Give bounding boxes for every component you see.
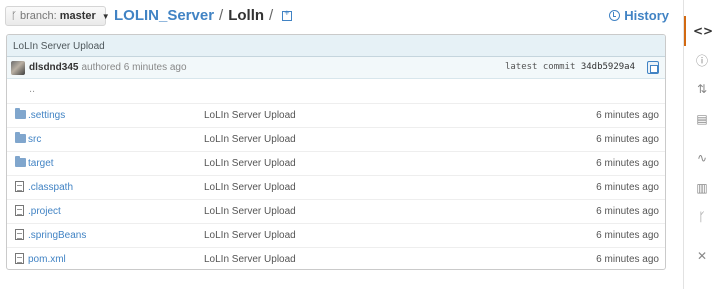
file-age: 6 minutes ago xyxy=(596,110,659,121)
wiki-tab[interactable]: ▤ xyxy=(684,104,720,134)
network-icon: ᚴ xyxy=(698,210,706,224)
table-row[interactable]: .springBeans LoLIn Server Upload 6 minutes… xyxy=(7,224,665,248)
settings-tab[interactable]: ✕ xyxy=(684,241,720,271)
file-commit-message[interactable]: LoLIn Server Upload xyxy=(204,182,296,193)
history-icon xyxy=(609,10,621,21)
folder-icon xyxy=(15,108,26,119)
file-name-link[interactable]: src xyxy=(28,134,41,145)
file-name-link[interactable]: .project xyxy=(28,206,61,217)
folder-icon xyxy=(15,156,26,167)
history-link[interactable]: History xyxy=(609,8,669,23)
file-commit-message[interactable]: LoLIn Server Upload xyxy=(204,110,296,121)
issues-tab[interactable]: ⓘ xyxy=(684,45,720,75)
repo-header: ᚴ branch: master ▼ LOLIN_Server / Lolln … xyxy=(0,0,680,32)
caret-down-icon: ▼ xyxy=(101,11,110,21)
parent-directory-link[interactable]: .. xyxy=(7,79,665,104)
file-age: 6 minutes ago xyxy=(596,158,659,169)
file-browser: LoLIn Server Upload dlsdnd345 authored 6… xyxy=(6,34,666,270)
latest-commit-label: latest commit xyxy=(504,62,576,72)
branch-icon: ᚴ xyxy=(11,10,17,22)
breadcrumb-repo-link[interactable]: LOLIN_Server xyxy=(114,7,214,24)
file-name-link[interactable]: .springBeans xyxy=(28,230,86,241)
graphs-icon: ▥ xyxy=(696,181,708,195)
commit-sha-link[interactable]: 34db5929a4 xyxy=(581,62,635,72)
table-row[interactable]: .classpath LoLIn Server Upload 6 minutes a… xyxy=(7,176,665,200)
file-name-link[interactable]: .classpath xyxy=(28,182,73,193)
commit-authored: authored 6 minutes ago xyxy=(81,62,187,73)
file-commit-message[interactable]: LoLIn Server Upload xyxy=(204,230,296,241)
file-age: 6 minutes ago xyxy=(596,182,659,193)
pulse-icon: ∿ xyxy=(696,151,708,165)
table-row[interactable]: .settings LoLIn Server Upload 6 minutes ag… xyxy=(7,104,665,128)
file-name-link[interactable]: target xyxy=(28,158,54,169)
history-label: History xyxy=(624,8,669,23)
branch-selector-button[interactable]: ᚴ branch: master ▼ xyxy=(5,6,110,26)
file-name-link[interactable]: pom.xml xyxy=(28,254,66,265)
copy-sha-icon[interactable] xyxy=(647,61,659,74)
branch-label: branch: xyxy=(20,10,57,22)
file-icon xyxy=(15,253,24,264)
breadcrumb-separator: / xyxy=(219,7,224,24)
file-age: 6 minutes ago xyxy=(596,134,659,145)
code-icon: <> xyxy=(692,24,714,38)
table-row[interactable]: pom.xml LoLIn Server Upload 6 minutes ago xyxy=(7,248,665,269)
commit-title[interactable]: LoLIn Server Upload xyxy=(7,35,665,57)
file-commit-message[interactable]: LoLIn Server Upload xyxy=(204,206,296,217)
breadcrumb: LOLIN_Server / Lolln / xyxy=(114,7,293,24)
file-age: 6 minutes ago xyxy=(596,254,659,265)
code-tab[interactable]: <> xyxy=(684,16,720,46)
file-list: .settings LoLIn Server Upload 6 minutes ag… xyxy=(7,104,665,269)
file-commit-message[interactable]: LoLIn Server Upload xyxy=(204,158,296,169)
pulse-tab[interactable]: ∿ xyxy=(684,143,720,173)
new-file-icon[interactable] xyxy=(282,8,293,21)
breadcrumb-separator: / xyxy=(269,7,274,24)
pull-requests-tab[interactable]: ⇅ xyxy=(684,74,720,104)
latest-commit: latest commit 34db5929a4 xyxy=(505,62,635,72)
settings-icon: ✕ xyxy=(696,249,708,263)
table-row[interactable]: target LoLIn Server Upload 6 minutes ago xyxy=(7,152,665,176)
file-age: 6 minutes ago xyxy=(596,206,659,217)
commit-meta: dlsdnd345 authored 6 minutes ago latest … xyxy=(7,57,665,79)
commit-author[interactable]: dlsdnd345 xyxy=(29,62,78,73)
issues-icon: ⓘ xyxy=(695,53,708,68)
graphs-tab[interactable]: ▥ xyxy=(684,173,720,203)
wiki-icon: ▤ xyxy=(696,112,708,126)
file-commit-message[interactable]: LoLIn Server Upload xyxy=(204,254,296,265)
network-tab[interactable]: ᚴ xyxy=(684,202,720,232)
file-icon xyxy=(15,181,24,192)
branch-name: master xyxy=(59,10,96,22)
file-commit-message[interactable]: LoLIn Server Upload xyxy=(204,134,296,145)
avatar[interactable] xyxy=(11,60,25,75)
file-age: 6 minutes ago xyxy=(596,230,659,241)
file-icon xyxy=(15,229,24,240)
folder-icon xyxy=(15,132,26,143)
table-row[interactable]: .project LoLIn Server Upload 6 minutes ago xyxy=(7,200,665,224)
breadcrumb-current: Lolln xyxy=(228,7,265,24)
file-name-link[interactable]: .settings xyxy=(28,110,65,121)
repo-nav-sidebar: <> ⓘ ⇅ ▤ ∿ ▥ ᚴ ✕ xyxy=(683,0,720,289)
file-icon xyxy=(15,205,24,216)
pull-requests-icon: ⇅ xyxy=(696,82,708,96)
table-row[interactable]: src LoLIn Server Upload 6 minutes ago xyxy=(7,128,665,152)
